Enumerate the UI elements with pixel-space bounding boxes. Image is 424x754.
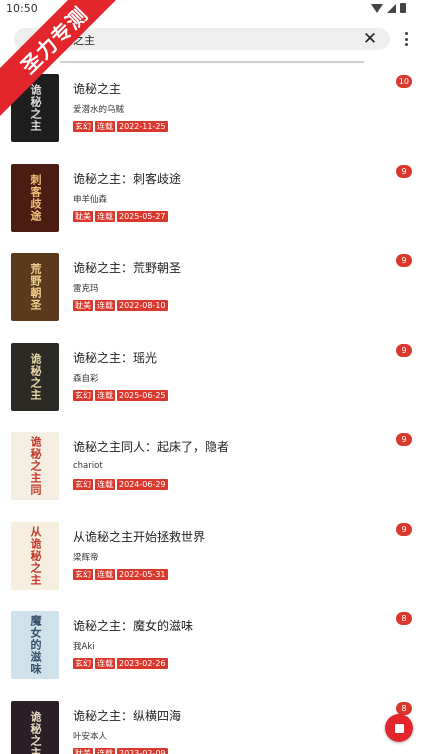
book-tag: 耽美: [73, 300, 93, 311]
stop-button[interactable]: [385, 714, 413, 742]
book-title: 诡秘之主同人：起床了，隐者: [73, 440, 230, 454]
book-item[interactable]: 魔女的滋味 诡秘之主：魔女的滋味我Aki 玄幻 连载 2023-02-26 8: [0, 601, 424, 691]
book-title: 诡秘之主：魔女的滋味: [73, 619, 194, 633]
book-cover[interactable]: 诡秘之主: [11, 700, 59, 754]
book-title: 诡秘之主：刺客歧途: [73, 171, 182, 186]
cover-title-art: 诡秘之主: [29, 352, 42, 401]
book-item[interactable]: 诡秘之主 诡秘之主 爱潜水的乌贼 玄幻 连载 2022-11-25 10: [0, 64, 424, 154]
book-title: 诡秘之主：纵横四海: [73, 708, 182, 723]
book-tag: 2023-02-09: [117, 747, 168, 754]
cover-title-art: 魔女的滋味: [29, 615, 42, 675]
book-cover[interactable]: 刺客歧途: [11, 163, 59, 232]
book-tag: 2024-06-29: [117, 479, 168, 490]
book-tag: 玄幻: [73, 479, 93, 490]
book-item[interactable]: 刺客歧途 诡秘之主：刺客歧途申羊仙森耽美 连载 2025-05-27 9: [0, 154, 424, 244]
book-tag: 连载: [95, 658, 115, 669]
book-item[interactable]: 荒野朝圣 诡秘之主：荒野朝圣雷克玛耽美 连载 2022-08-10 9: [0, 243, 424, 333]
cover-title-art: 诡秘之主同: [29, 436, 42, 496]
more-vert-icon[interactable]: [404, 32, 408, 46]
book-author: 爱潜水的乌贼: [73, 105, 125, 115]
status-time: 10:50: [6, 2, 38, 15]
cover-title-art: 刺客歧途: [29, 173, 42, 222]
book-cover[interactable]: 从诡秘之主: [11, 521, 59, 590]
book-author: 梁辉帝: [73, 552, 99, 563]
book-tags: 耽美 连载 2025-05-27: [73, 210, 168, 222]
book-tags: 玄幻 连载 2022-05-31: [73, 568, 168, 580]
book-author: 雷克玛: [73, 284, 99, 294]
match-count-badge: 8: [396, 701, 412, 715]
close-icon[interactable]: ✕: [362, 30, 378, 48]
book-author: 申羊仙森: [73, 194, 108, 205]
match-count-badge: 8: [396, 612, 412, 625]
book-tags: 玄幻 连载 2023-02-26: [73, 658, 168, 669]
book-item[interactable]: 诡秘之主 诡秘之主：纵横四海叶安本人耽美 连载 2023-02-09 8: [0, 691, 424, 754]
match-count-badge: 9: [396, 254, 412, 267]
book-tag: 2022-11-25: [117, 121, 168, 132]
book-tag: 玄幻: [73, 121, 93, 132]
book-tag: 连载: [95, 389, 115, 401]
book-tag: 耽美: [73, 210, 93, 222]
book-tag: 2025-05-27: [117, 210, 168, 222]
book-cover[interactable]: 荒野朝圣: [11, 253, 59, 321]
book-cover[interactable]: 诡秘之主同: [11, 432, 59, 500]
book-tag: 2022-08-10: [117, 300, 168, 311]
cell-signal-icon: [387, 3, 396, 13]
book-tag: 2022-05-31: [117, 568, 168, 580]
book-tag: 连载: [95, 121, 115, 132]
book-item[interactable]: 诡秘之主 诡秘之主：瑶光森自彩玄幻 连载 2025-06-25 9: [0, 333, 424, 423]
book-title: 从诡秘之主开始拯救世界: [73, 529, 206, 544]
book-author: 叶安本人: [73, 731, 108, 742]
book-tag: 2023-02-26: [117, 658, 168, 669]
book-title: 诡秘之主: [73, 82, 122, 96]
book-tag: 连载: [95, 300, 115, 311]
match-count-badge: 10: [395, 75, 412, 88]
status-icons: [371, 3, 406, 13]
search-divider: [60, 61, 364, 63]
book-tags: 耽美 连载 2022-08-10: [73, 300, 168, 311]
book-tag: 连载: [95, 747, 115, 754]
book-cover[interactable]: 诡秘之主: [11, 342, 59, 411]
book-author: 我Aki: [73, 642, 95, 652]
book-item[interactable]: 诡秘之主同 诡秘之主同人：起床了，隐者 chariot 玄幻 连载 2024-06-29 9: [0, 422, 424, 512]
book-tag: 耽美: [73, 747, 93, 754]
book-title: 诡秘之主：瑶光: [73, 350, 158, 365]
book-tags: 玄幻 连载 2025-06-25: [73, 389, 168, 401]
book-cover[interactable]: 魔女的滋味: [11, 611, 59, 679]
match-count-badge: 9: [396, 522, 412, 536]
book-author: chariot: [73, 461, 103, 471]
book-item[interactable]: 从诡秘之主 从诡秘之主开始拯救世界梁辉帝玄幻 连载 2022-05-31 9: [0, 512, 424, 602]
book-tag: 玄幻: [73, 389, 93, 401]
cover-title-art: 诡秘之主: [29, 710, 42, 754]
match-count-badge: 9: [396, 343, 412, 357]
book-tags: 玄幻 连载 2024-06-29: [73, 479, 168, 490]
battery-icon: [400, 3, 406, 13]
book-tags: 玄幻 连载 2022-11-25: [73, 121, 168, 132]
book-author: 森自彩: [73, 373, 99, 384]
stop-icon: [394, 723, 404, 733]
book-tag: 玄幻: [73, 568, 93, 580]
book-tag: 连载: [95, 568, 115, 580]
book-title: 诡秘之主：荒野朝圣: [73, 261, 182, 275]
wifi-icon: [371, 3, 383, 13]
book-tag: 连载: [95, 479, 115, 490]
cover-title-art: 荒野朝圣: [29, 263, 42, 311]
match-count-badge: 9: [396, 164, 412, 178]
cover-title-art: 从诡秘之主: [29, 525, 42, 586]
book-tags: 耽美 连载 2023-02-09: [73, 747, 168, 754]
match-count-badge: 9: [396, 433, 412, 446]
book-tag: 玄幻: [73, 658, 93, 669]
book-tag: 2025-06-25: [117, 389, 168, 401]
book-tag: 连载: [95, 210, 115, 222]
